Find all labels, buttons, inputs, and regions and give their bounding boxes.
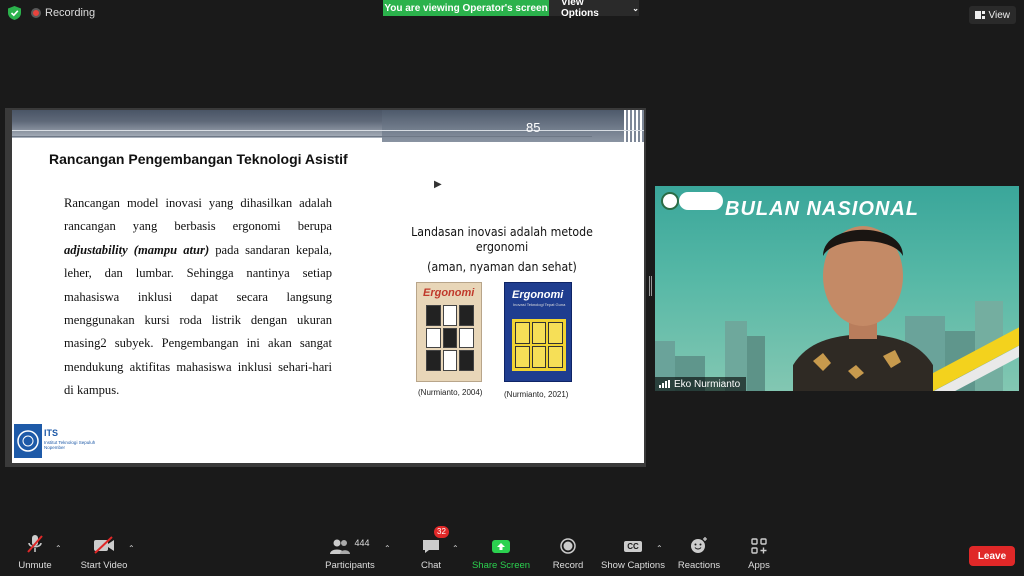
- video-camera-off-icon: [94, 536, 114, 554]
- its-logo-subtext: Institut Teknologi Sepuluh Nopember: [44, 440, 96, 450]
- view-button[interactable]: View: [968, 6, 1016, 24]
- audio-options-caret-icon[interactable]: ⌃: [55, 544, 62, 553]
- view-options-button[interactable]: View Options ⌄: [549, 0, 639, 19]
- shared-screen[interactable]: 85 Rancangan Pengembangan Teknologi Asis…: [5, 108, 646, 467]
- its-logo-text: ITS: [44, 428, 59, 438]
- participants-button[interactable]: 444 Participants: [322, 532, 378, 576]
- viewing-banner: You are viewing Operator's screen: [383, 0, 549, 16]
- meeting-toolbar: Unmute ⌃ Start Video ⌃ 444 Participants …: [0, 526, 1024, 576]
- book1-title: Ergonomi: [423, 287, 475, 299]
- book-cover-2004: Ergonomi: [416, 282, 482, 382]
- audio-signal-icon: [659, 380, 670, 388]
- slide-paragraph: Rancangan model inovasi yang dihasilkan …: [64, 192, 332, 403]
- participant-video-tile[interactable]: BULAN NASIONAL Eko Nurmianto: [655, 186, 1019, 391]
- start-video-label: Start Video: [80, 560, 128, 571]
- participants-caret-icon[interactable]: ⌃: [384, 544, 391, 553]
- top-bar: Recording You are viewing Operator's scr…: [0, 0, 1024, 30]
- shield-check-icon[interactable]: [8, 6, 21, 20]
- record-button[interactable]: Record: [550, 532, 586, 576]
- video-options-caret-icon[interactable]: ⌃: [128, 544, 135, 553]
- slide-header-stripes: [624, 110, 644, 142]
- microphone-muted-icon: [27, 535, 43, 553]
- paragraph-emphasis: adjustability (mampu atur): [64, 242, 210, 257]
- landasan-text: Landasan inovasi adalah metode ergonomi …: [372, 224, 632, 274]
- start-video-button[interactable]: Start Video: [80, 532, 128, 576]
- chat-unread-badge: 32: [434, 526, 449, 538]
- presentation-slide: 85 Rancangan Pengembangan Teknologi Asis…: [12, 110, 644, 463]
- unmute-label: Unmute: [18, 560, 52, 571]
- chat-bubble-icon: [423, 540, 439, 553]
- paragraph-text-2: pada sandaran kepala, leher, dan lumbar.…: [64, 242, 332, 398]
- leave-button[interactable]: Leave: [969, 546, 1015, 566]
- participant-person: [793, 226, 933, 391]
- unmute-button[interactable]: Unmute: [14, 532, 56, 576]
- landasan-line-1: Landasan inovasi adalah metode ergonomi: [411, 224, 593, 254]
- recording-status: Recording: [8, 6, 95, 20]
- landasan-line-2: (aman, nyaman dan sehat): [427, 259, 577, 274]
- its-logo-icon: [14, 424, 42, 458]
- mouse-cursor-icon: ▶: [434, 179, 442, 190]
- apps-button[interactable]: Apps: [744, 532, 774, 576]
- participant-name: Eko Nurmianto: [674, 378, 741, 390]
- slide-title: Rancangan Pengembangan Teknologi Asistif: [49, 151, 348, 167]
- reactions-button[interactable]: Reactions: [678, 532, 720, 576]
- record-label: Record: [552, 560, 584, 571]
- apps-label: Apps: [748, 560, 770, 571]
- book2-title: Ergonomi: [512, 289, 564, 301]
- slide-header-band-right: [382, 110, 644, 142]
- resize-handle[interactable]: [649, 276, 652, 296]
- chat-label: Chat: [420, 560, 442, 571]
- view-options-label: View Options: [561, 0, 599, 19]
- org-logo-icon: [661, 192, 679, 210]
- share-screen-icon: [492, 540, 510, 553]
- record-icon: [560, 538, 576, 554]
- book2-illustration: [512, 319, 566, 371]
- participants-label: Participants: [325, 560, 375, 571]
- reactions-smiley-icon: [691, 537, 707, 553]
- participants-icon: [330, 539, 351, 554]
- grid-view-icon: [974, 11, 985, 19]
- book1-caption: (Nurmianto, 2004): [418, 388, 483, 397]
- show-captions-label: Show Captions: [601, 560, 665, 571]
- participants-count: 444: [354, 538, 370, 548]
- slide-divider-2: [12, 136, 592, 137]
- share-screen-button[interactable]: Share Screen: [471, 532, 531, 576]
- participant-name-tag: Eko Nurmianto: [655, 377, 747, 391]
- paragraph-text-1: Rancangan model inovasi yang dihasilkan …: [64, 196, 332, 234]
- share-screen-label: Share Screen: [471, 560, 531, 571]
- partner-logo-icon: [679, 192, 723, 210]
- slide-divider: [12, 130, 644, 131]
- book-cover-2021: Ergonomi Inovasi Teknologi Tepat Guna: [504, 282, 572, 382]
- reactions-label: Reactions: [677, 560, 721, 571]
- captions-caret-icon[interactable]: ⌃: [656, 544, 663, 553]
- chat-caret-icon[interactable]: ⌃: [452, 544, 459, 553]
- book2-caption: (Nurmianto, 2021): [504, 390, 569, 399]
- show-captions-button[interactable]: CC Show Captions: [601, 532, 665, 576]
- slide-page-number: 85: [526, 120, 541, 135]
- apps-icon: [751, 538, 767, 554]
- recording-label: Recording: [45, 7, 96, 19]
- closed-captions-icon: CC: [624, 541, 642, 552]
- view-button-label: View: [988, 9, 1011, 21]
- recording-indicator[interactable]: Recording: [31, 7, 95, 19]
- book2-subtitle: Inovasi Teknologi Tepat Guna: [513, 302, 566, 307]
- book1-illustration: [426, 305, 474, 371]
- record-dot-icon: [31, 8, 41, 18]
- chat-button[interactable]: 32 Chat: [418, 526, 449, 576]
- chevron-down-icon: ⌄: [632, 3, 639, 13]
